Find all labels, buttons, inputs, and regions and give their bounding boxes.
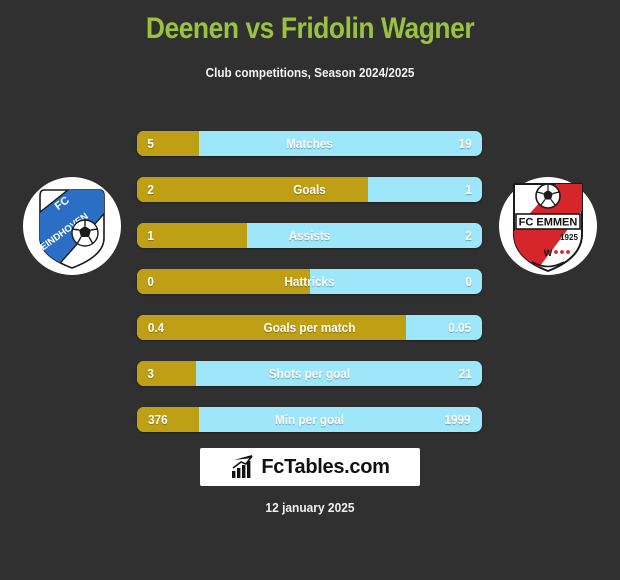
away-value: 0 — [465, 274, 472, 289]
away-value: 1999 — [444, 412, 471, 427]
footer-date: 12 january 2025 — [265, 500, 355, 515]
table-row: 0.4 Goals per match 0.05 — [137, 315, 482, 340]
table-row: 1 Assists 2 — [137, 223, 482, 248]
svg-text:W: W — [544, 248, 553, 258]
home-value: 2 — [147, 182, 154, 197]
home-value: 3 — [147, 366, 154, 381]
table-row: 0 Hattricks 0 — [137, 269, 482, 294]
table-row: 3 Shots per goal 21 — [137, 361, 482, 386]
away-value: 0.05 — [447, 320, 471, 335]
svg-text:FC EMMEN: FC EMMEN — [519, 217, 578, 229]
svg-text:1925: 1925 — [560, 233, 578, 242]
home-value: 5 — [147, 136, 154, 151]
stat-label: Shots per goal — [268, 366, 351, 381]
stat-label: Goals — [293, 182, 326, 197]
stat-label: Hattricks — [284, 274, 335, 289]
table-row: 5 Matches 19 — [137, 131, 482, 156]
stat-label: Min per goal — [275, 412, 344, 427]
home-value: 0 — [147, 274, 154, 289]
fctables-brand-logo[interactable]: FcTables.com — [200, 448, 420, 486]
away-value: 19 — [458, 136, 472, 151]
home-club-crest: FC EINDHOVEN — [22, 176, 122, 276]
bar-chart-icon — [232, 455, 253, 478]
away-value: 1 — [465, 182, 472, 197]
fc-eindhoven-crest-icon: FC EINDHOVEN — [23, 177, 121, 275]
fc-emmen-crest-icon: FC EMMEN 1925 W — [499, 177, 597, 275]
away-value: 21 — [458, 366, 472, 381]
header: Deenen vs Fridolin Wagner Club competiti… — [0, 0, 620, 81]
stats-comparison-list: 5 Matches 19 2 Goals 1 1 Assists 2 0 Hat… — [137, 131, 482, 453]
home-value: 1 — [147, 228, 154, 243]
brand-text: FcTables.com — [261, 455, 390, 478]
page-subtitle: Club competitions, Season 2024/2025 — [205, 65, 415, 80]
table-row: 376 Min per goal 1999 — [137, 407, 482, 432]
away-club-crest: FC EMMEN 1925 W — [498, 176, 598, 276]
page-title: Deenen vs Fridolin Wagner — [145, 12, 475, 45]
stat-label: Goals per match — [263, 320, 356, 335]
stat-label: Assists — [288, 228, 331, 243]
away-value: 2 — [465, 228, 472, 243]
stat-label: Matches — [286, 136, 333, 151]
table-row: 2 Goals 1 — [137, 177, 482, 202]
